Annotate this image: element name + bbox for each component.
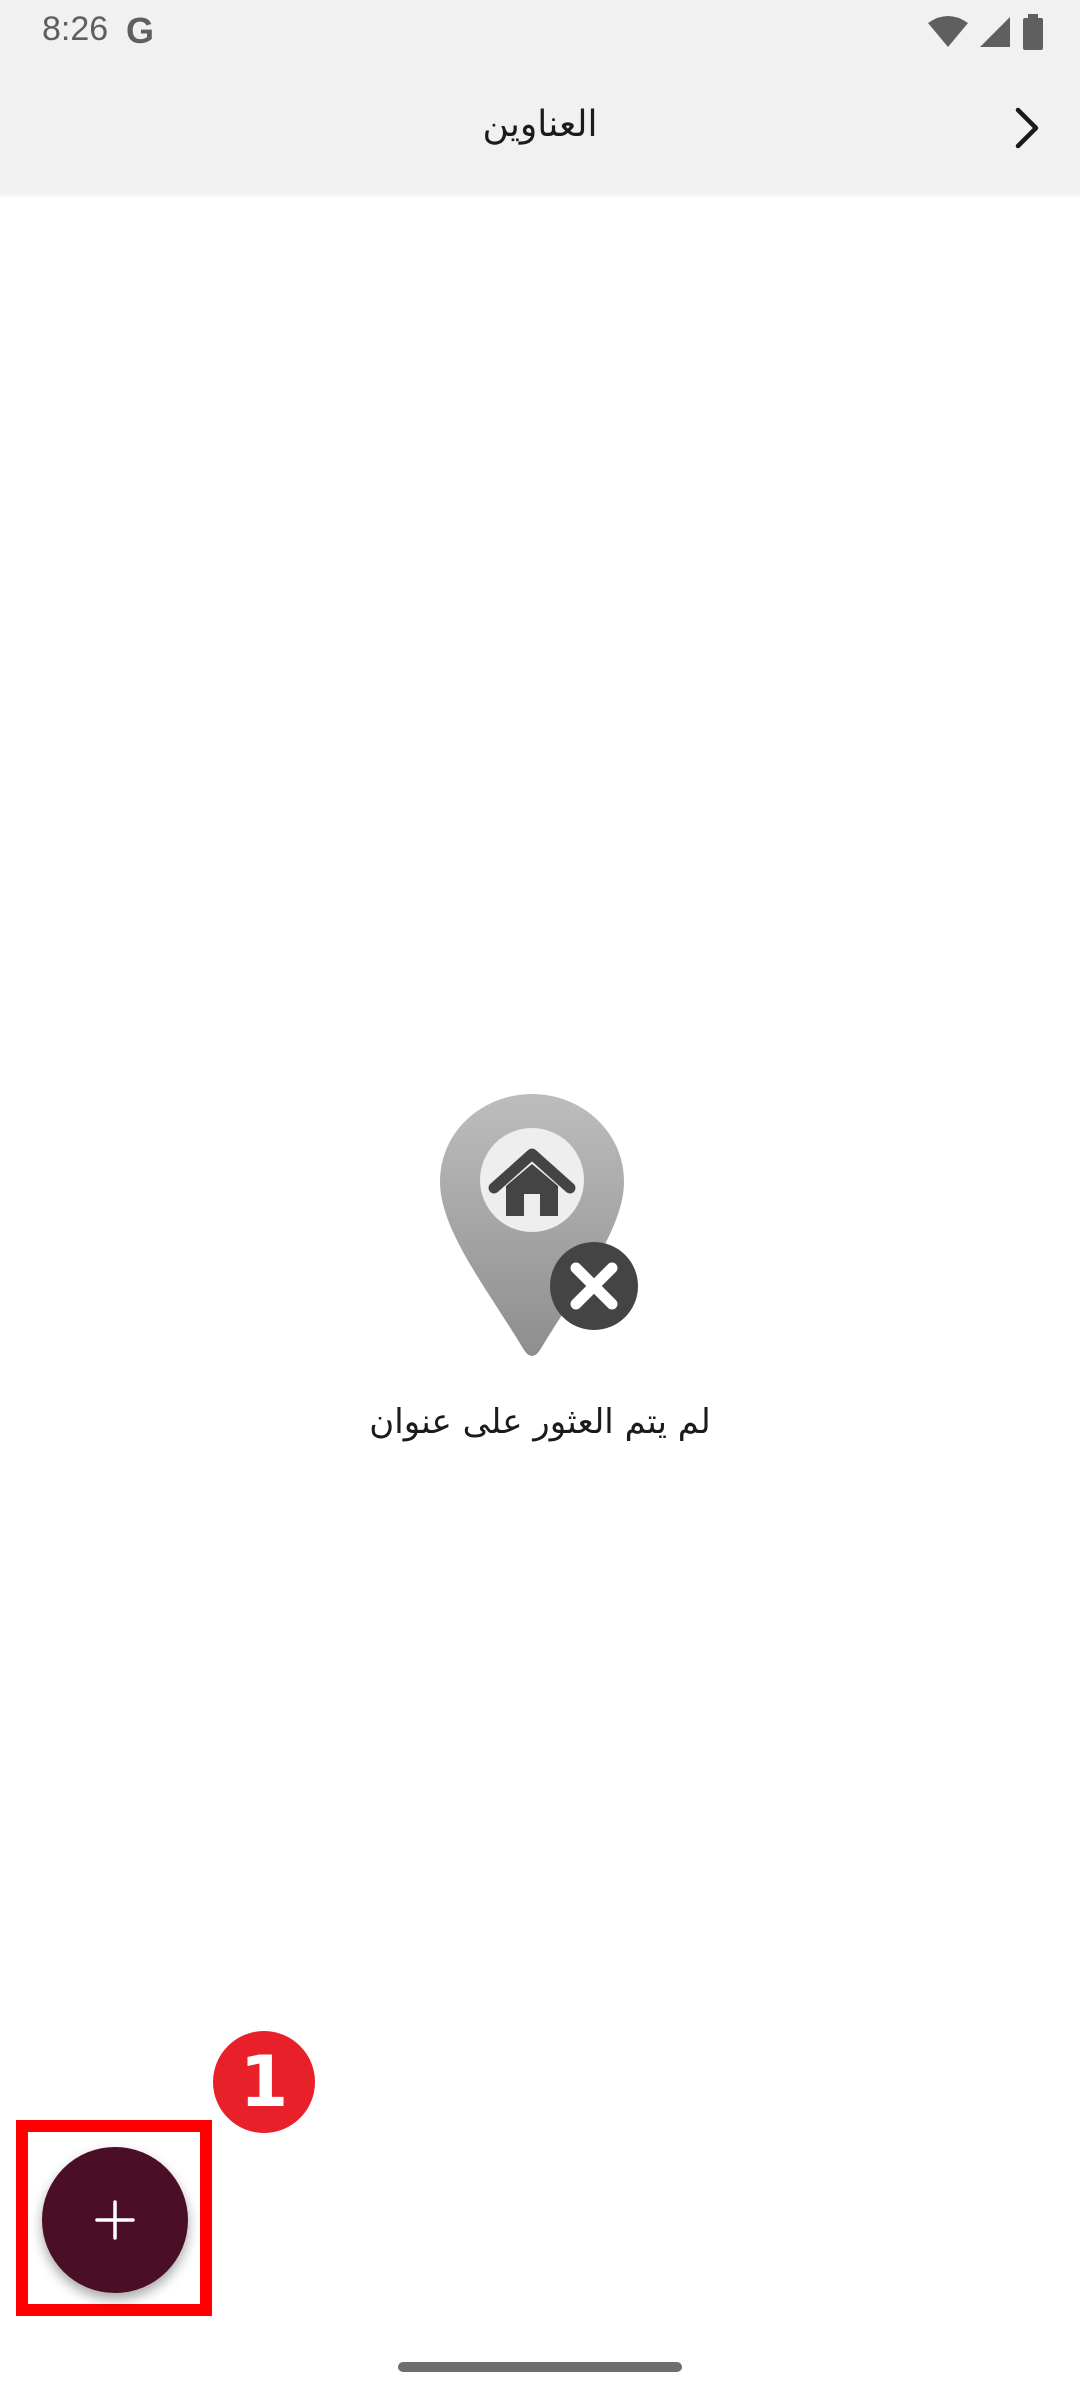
signal-icon	[980, 17, 1010, 47]
annotation-badge: 1	[213, 2031, 315, 2133]
battery-icon	[1023, 14, 1043, 50]
location-pin-home-x-icon	[440, 1094, 638, 1356]
back-button[interactable]	[994, 96, 1058, 160]
plus-icon	[95, 2200, 135, 2240]
addresses-screen: 8:26 G العناوين لم يتم العثور على عنوان …	[0, 0, 1080, 2400]
status-time: 8:26	[42, 10, 109, 48]
empty-state-message: لم يتم العثور على عنوان	[369, 1402, 711, 1442]
chevron-right-icon	[1015, 107, 1039, 149]
app-bar: العناوين	[0, 64, 1080, 194]
add-address-button[interactable]	[42, 2147, 188, 2293]
google-icon: G	[126, 10, 155, 51]
home-indicator[interactable]	[398, 2362, 682, 2372]
page-title: العناوين	[482, 104, 598, 145]
wifi-icon	[928, 16, 968, 47]
status-icons	[928, 14, 1044, 50]
status-bar: 8:26 G	[0, 0, 1080, 64]
